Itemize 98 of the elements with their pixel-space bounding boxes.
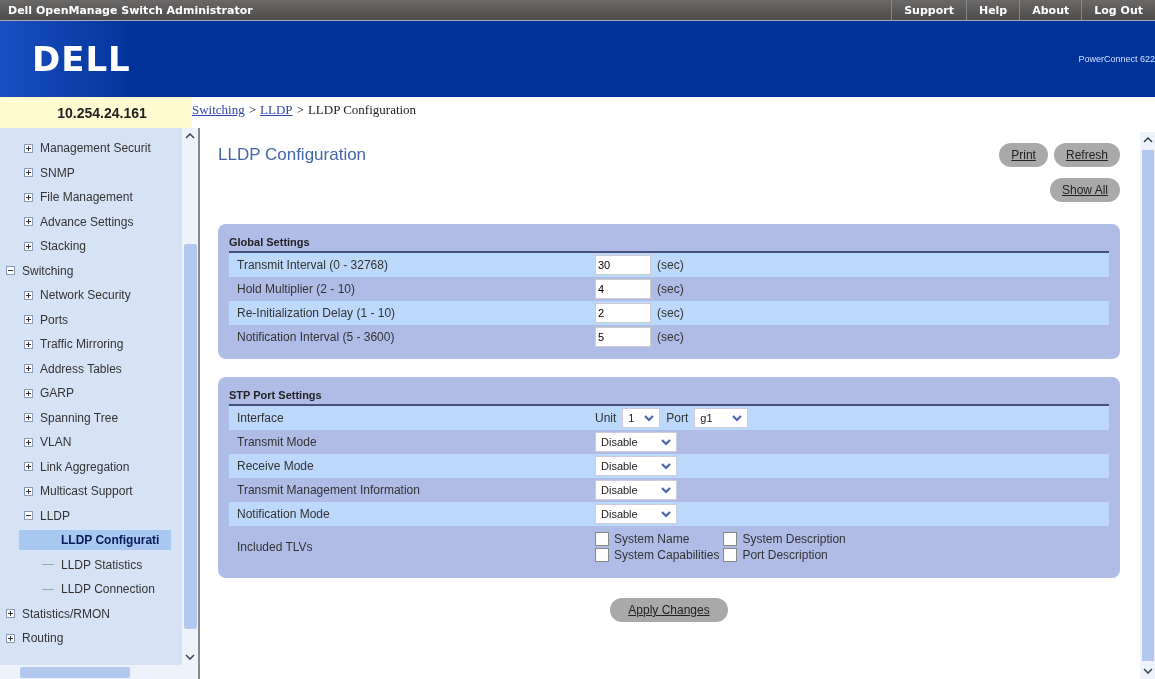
app-title: Dell OpenManage Switch Administrator bbox=[7, 3, 253, 17]
field-label: Re-Initialization Delay (1 - 10) bbox=[236, 306, 397, 320]
scroll-up-icon[interactable] bbox=[1142, 137, 1153, 143]
expand-icon[interactable] bbox=[6, 633, 15, 643]
dropdown[interactable]: g1 bbox=[694, 408, 749, 428]
tree-item[interactable]: Network Security bbox=[38, 287, 133, 304]
header-link[interactable]: About bbox=[1019, 0, 1082, 20]
expand-icon[interactable] bbox=[24, 413, 33, 423]
unit-label: (sec) bbox=[657, 330, 684, 344]
dropdown[interactable]: Disable bbox=[595, 432, 677, 452]
product-name: PowerConnect 622 bbox=[1078, 54, 1155, 64]
field-label: Transmit Mode bbox=[236, 435, 318, 449]
collapse-icon[interactable] bbox=[24, 511, 33, 521]
tree-item[interactable]: Multicast Support bbox=[38, 483, 135, 500]
tree-item[interactable]: Ports bbox=[38, 311, 70, 328]
expand-icon[interactable] bbox=[24, 168, 33, 178]
tree-item[interactable]: Address Tables bbox=[38, 360, 124, 377]
expand-icon[interactable] bbox=[24, 486, 33, 496]
field-label: Transmit Interval (0 - 32768) bbox=[236, 258, 389, 272]
checkbox-label: System Name bbox=[614, 532, 690, 546]
show-all-button[interactable]: Show All bbox=[1049, 178, 1120, 202]
number-field[interactable]: 30 bbox=[595, 255, 651, 275]
expand-icon[interactable] bbox=[24, 241, 33, 251]
tree-item[interactable]: File Management bbox=[38, 189, 135, 206]
unit-label: Unit bbox=[595, 411, 617, 425]
apply-changes-button[interactable]: Apply Changes bbox=[610, 598, 728, 622]
checkbox-label: Port Description bbox=[742, 548, 828, 562]
breadcrumb-current: LLDP Configuration bbox=[307, 102, 417, 118]
expand-icon[interactable] bbox=[24, 437, 33, 447]
scroll-up-icon[interactable] bbox=[185, 133, 195, 139]
collapse-icon[interactable] bbox=[6, 266, 15, 276]
tree-item[interactable]: Switching bbox=[20, 262, 76, 279]
scroll-down-icon[interactable] bbox=[185, 654, 195, 660]
checkbox[interactable] bbox=[595, 548, 609, 562]
tree-item[interactable]: Traffic Mirroring bbox=[38, 336, 126, 353]
expand-icon[interactable] bbox=[24, 192, 33, 202]
tree-item[interactable]: LLDP Configurati bbox=[19, 530, 172, 551]
toolbar-button[interactable]: Print bbox=[999, 143, 1048, 167]
checkbox-label: System Description bbox=[742, 532, 846, 546]
expand-icon[interactable] bbox=[24, 315, 33, 325]
tree-item[interactable]: VLAN bbox=[38, 434, 74, 451]
scrollbar[interactable] bbox=[182, 128, 198, 665]
field-label: Notification Mode bbox=[236, 507, 331, 521]
expand-icon[interactable] bbox=[24, 339, 33, 349]
horizontal-scrollbar[interactable] bbox=[0, 665, 198, 679]
unit-label: (sec) bbox=[657, 258, 684, 272]
checkbox[interactable] bbox=[723, 532, 738, 546]
header-link[interactable]: Help bbox=[965, 0, 1020, 20]
checkbox[interactable] bbox=[723, 548, 738, 562]
dropdown[interactable]: Disable bbox=[595, 480, 677, 500]
breadcrumb-separator: > bbox=[296, 102, 304, 118]
tree-item[interactable]: Advance Settings bbox=[38, 213, 136, 230]
expand-icon[interactable] bbox=[24, 364, 33, 374]
dropdown[interactable]: Disable bbox=[595, 504, 677, 524]
tree-item[interactable]: SNMP bbox=[38, 164, 77, 181]
breadcrumb-separator: > bbox=[248, 102, 257, 118]
expand-icon[interactable] bbox=[24, 462, 33, 472]
expand-icon[interactable] bbox=[24, 217, 33, 227]
tree-item[interactable]: Link Aggregation bbox=[38, 458, 132, 475]
tree-item[interactable]: GARP bbox=[38, 385, 76, 402]
checkbox[interactable] bbox=[595, 532, 609, 546]
number-field[interactable]: 4 bbox=[595, 279, 651, 299]
field-label: Receive Mode bbox=[236, 459, 315, 473]
breadcrumb-link[interactable]: Switching bbox=[192, 102, 245, 118]
dropdown[interactable]: 1 bbox=[622, 408, 661, 428]
header-link[interactable]: Log Out bbox=[1081, 0, 1155, 20]
tree-item[interactable]: Management Securit bbox=[38, 140, 153, 157]
expand-icon[interactable] bbox=[24, 290, 33, 300]
page-title: LLDP Configuration bbox=[218, 145, 367, 165]
tree-item[interactable]: Spanning Tree bbox=[38, 409, 121, 426]
checkbox-label: System Capabilities bbox=[614, 548, 720, 562]
header-link[interactable]: Support bbox=[891, 0, 966, 20]
number-field[interactable]: 2 bbox=[595, 303, 651, 323]
field-label: Interface bbox=[236, 411, 285, 425]
unit-label: (sec) bbox=[657, 306, 684, 320]
tree-item[interactable]: LLDP bbox=[38, 507, 73, 524]
breadcrumb-link[interactable]: LLDP bbox=[260, 102, 293, 118]
scroll-down-icon[interactable] bbox=[1142, 668, 1153, 674]
ip-address: 10.254.24.161 bbox=[0, 97, 192, 128]
tree-item[interactable]: Statistics/RMON bbox=[20, 605, 112, 622]
port-label: Port bbox=[666, 411, 689, 425]
toolbar-button[interactable]: Refresh bbox=[1053, 143, 1120, 167]
dropdown[interactable]: Disable bbox=[595, 456, 677, 476]
tree-item[interactable]: LLDP Statistics bbox=[59, 556, 145, 573]
tree-item[interactable]: LLDP Connection bbox=[59, 581, 157, 598]
field-label: Transmit Management Information bbox=[236, 483, 421, 497]
expand-icon[interactable] bbox=[6, 609, 15, 619]
logo: DELL bbox=[31, 39, 131, 79]
expand-icon[interactable] bbox=[24, 388, 33, 398]
field-label: Included TLVs bbox=[236, 540, 314, 554]
scrollbar[interactable] bbox=[1140, 132, 1155, 679]
tree-item[interactable]: Routing bbox=[20, 630, 66, 647]
unit-label: (sec) bbox=[657, 282, 684, 296]
field-label: Notification Interval (5 - 3600) bbox=[236, 330, 396, 344]
number-field[interactable]: 5 bbox=[595, 327, 651, 347]
field-label: Hold Multiplier (2 - 10) bbox=[236, 282, 357, 296]
tree-item[interactable]: Stacking bbox=[38, 238, 89, 255]
expand-icon[interactable] bbox=[24, 143, 33, 153]
